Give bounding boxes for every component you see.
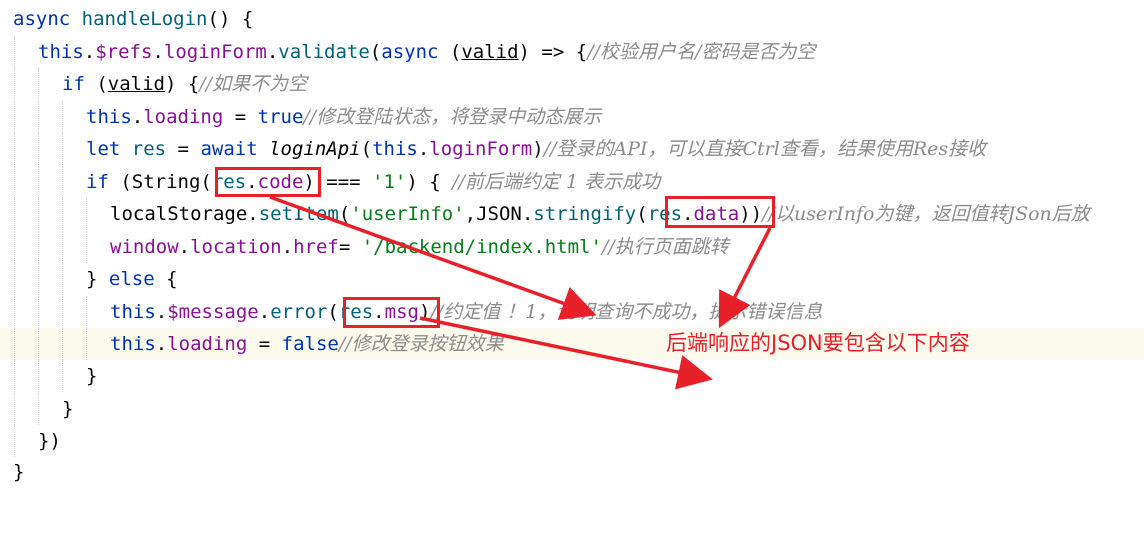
arrow-from-res-code (269, 195, 597, 320)
annotation-note: 后端响应的JSON要包含以下内容 (666, 331, 970, 355)
arrow-from-res-data (718, 227, 772, 329)
arrow-from-res-msg (419, 316, 713, 390)
annotation-arrows (269, 195, 772, 390)
code-editor[interactable]: async handleLogin() { this.$refs.loginFo… (0, 0, 1144, 483)
